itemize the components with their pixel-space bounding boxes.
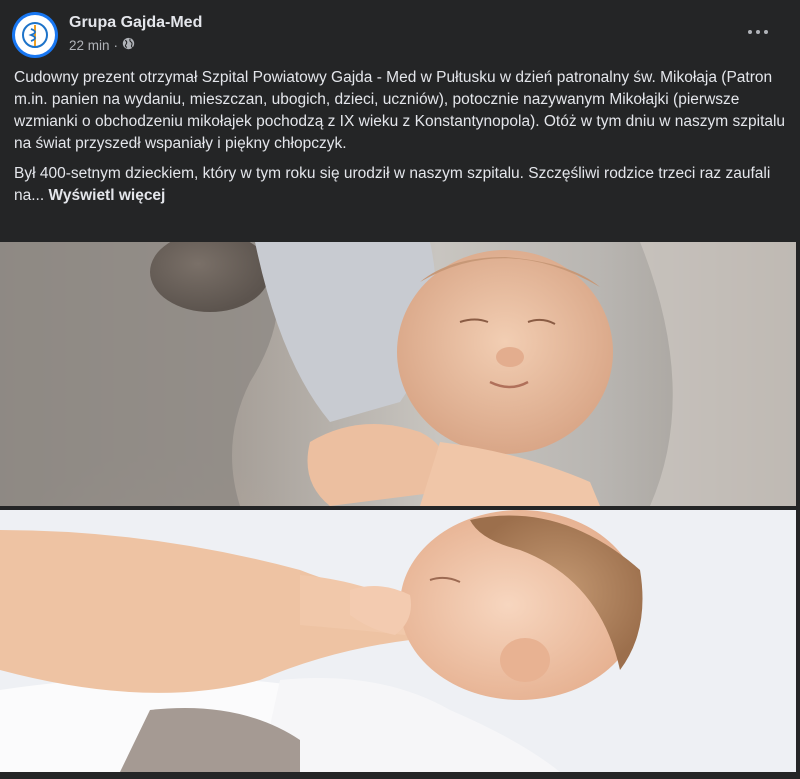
post-photo-newborn-finger[interactable]	[0, 510, 796, 772]
globe-icon	[122, 37, 135, 53]
gajda-med-logo-icon	[15, 15, 55, 55]
post-meta: 22 min ·	[69, 37, 135, 53]
post-paragraph: Cudowny prezent otrzymał Szpital Powiato…	[14, 69, 786, 152]
see-more-link[interactable]: Wyświetl więcej	[48, 187, 165, 204]
page-avatar[interactable]	[12, 12, 58, 58]
more-dots-icon	[748, 30, 752, 34]
meta-separator: ·	[113, 37, 119, 53]
post-text: Cudowny prezent otrzymał Szpital Powiato…	[14, 67, 786, 215]
more-options-button[interactable]	[746, 26, 770, 38]
facebook-post: Grupa Gajda-Med 22 min · Cudowny prezent…	[0, 0, 800, 779]
post-time-link[interactable]: 22 min	[69, 38, 110, 53]
page-name-link[interactable]: Grupa Gajda-Med	[69, 14, 202, 32]
post-paragraph: Był 400-setnym dzieckiem, który w tym ro…	[14, 165, 771, 204]
post-photo-newborn-held[interactable]	[0, 242, 796, 506]
post-header: Grupa Gajda-Med 22 min ·	[12, 12, 788, 60]
